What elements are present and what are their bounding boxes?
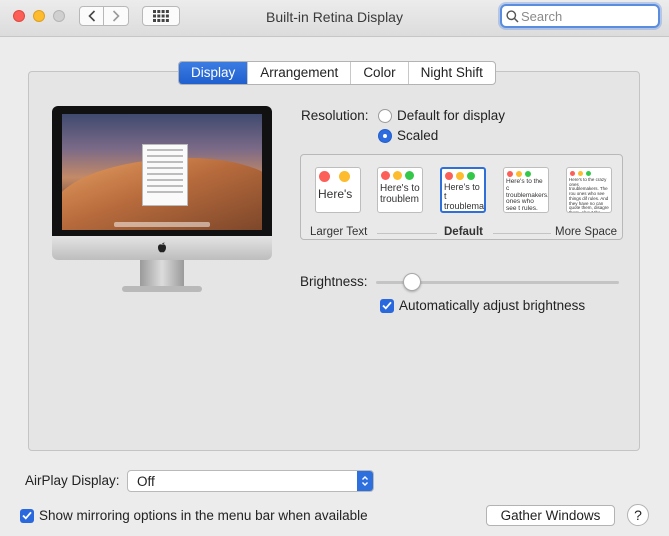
caption-larger-text: Larger Text [310, 226, 368, 238]
imac-chin [52, 236, 272, 260]
mini-window-preview [142, 144, 188, 206]
help-button[interactable]: ? [627, 504, 649, 526]
scale-option-4[interactable]: Here's to the c troublemakers. ones who … [503, 167, 549, 213]
brightness-slider-knob[interactable] [403, 273, 421, 291]
scale-option-default[interactable]: Here's to t troublema ones who [440, 167, 486, 213]
imac-stand [140, 260, 184, 288]
checkmark-icon [22, 511, 32, 520]
radio-label: Scaled [397, 128, 439, 143]
search-icon [506, 9, 519, 23]
caption-more-space: More Space [555, 226, 618, 238]
tab-night-shift[interactable]: Night Shift [409, 62, 495, 84]
select-arrows-icon [357, 471, 373, 491]
tab-bar: Display Arrangement Color Night Shift [178, 61, 496, 85]
imac-desktop-image [62, 114, 262, 230]
caption-default: Default [444, 226, 483, 238]
radio-button-selected[interactable] [378, 128, 392, 143]
airplay-display-select[interactable]: Off [127, 470, 374, 492]
scale-option-larger-text[interactable]: Here's [315, 167, 361, 213]
radio-default-for-display[interactable]: Default for display [378, 108, 505, 123]
imac-foot [122, 286, 202, 292]
scaling-options: Here's Here's to troublem Here's to t tr… [300, 154, 623, 240]
tab-display[interactable]: Display [179, 62, 249, 84]
resolution-label: Resolution: [301, 108, 369, 123]
apple-logo-icon [158, 242, 166, 253]
brightness-label: Brightness: [300, 274, 368, 289]
scale-option-2[interactable]: Here's to troublem [377, 167, 423, 213]
scale-option-more-space[interactable]: Here's to the crazy ones troublemakers. … [566, 167, 612, 213]
tab-arrangement[interactable]: Arrangement [248, 62, 352, 84]
scale-preview-text: Here's to t troublema ones who [444, 182, 484, 211]
checkbox-checked[interactable] [20, 508, 34, 523]
scale-preview-text: Here's to troublem [380, 183, 420, 205]
scale-preview-text: Here's to the c troublemakers. ones who … [506, 178, 548, 213]
radio-scaled[interactable]: Scaled [378, 128, 438, 143]
airplay-selected-value: Off [137, 474, 155, 489]
airplay-label: AirPlay Display: [25, 473, 120, 488]
scale-preview-text: Here's to the crazy ones troublemakers. … [569, 177, 609, 213]
imac-screen-bezel [52, 106, 272, 236]
radio-button[interactable] [378, 108, 392, 123]
search-field[interactable] [500, 4, 660, 28]
mirroring-label: Show mirroring options in the menu bar w… [39, 508, 368, 523]
mirroring-options-checkbox[interactable]: Show mirroring options in the menu bar w… [20, 508, 368, 523]
checkbox-checked[interactable] [380, 298, 394, 313]
search-input[interactable] [519, 8, 651, 24]
checkmark-icon [382, 301, 392, 310]
radio-label: Default for display [397, 108, 506, 123]
caption-divider [377, 233, 437, 234]
gather-windows-button[interactable]: Gather Windows [486, 505, 615, 526]
caption-divider [493, 233, 551, 234]
auto-brightness-label: Automatically adjust brightness [399, 298, 586, 313]
auto-brightness-checkbox[interactable]: Automatically adjust brightness [380, 298, 585, 313]
scale-preview-text: Here's [318, 187, 353, 201]
mini-dock [114, 222, 210, 227]
tab-color[interactable]: Color [351, 62, 409, 84]
title-bar: Built-in Retina Display [0, 0, 669, 37]
